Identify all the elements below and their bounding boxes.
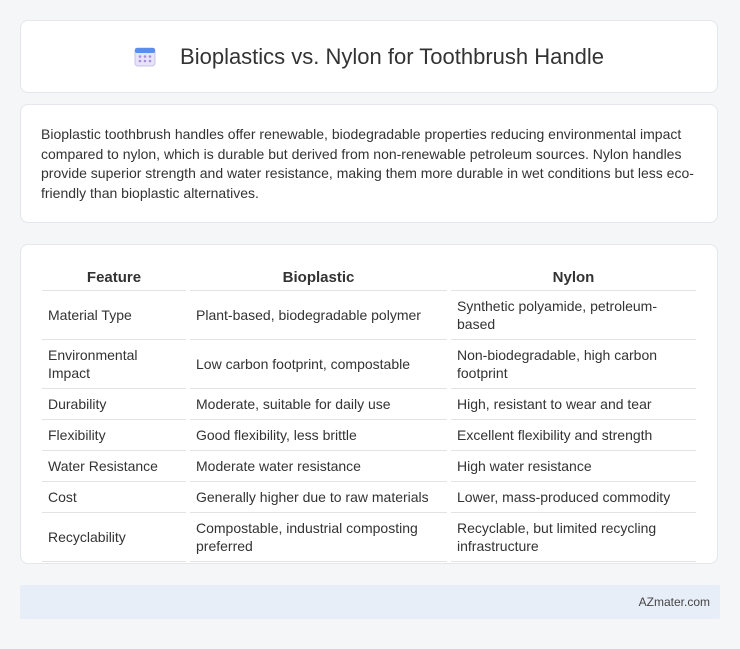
cell-nylon: Lower, mass-produced commodity <box>451 482 696 513</box>
footer-brand: AZmater.com <box>638 595 710 609</box>
table-row: Durability Moderate, suitable for daily … <box>42 389 696 420</box>
cell-feature: Recyclability <box>42 513 186 562</box>
cell-bioplastic: Moderate, suitable for daily use <box>190 389 447 420</box>
cell-bioplastic: Plant-based, biodegradable polymer <box>190 291 447 340</box>
cell-feature: Durability <box>42 389 186 420</box>
cell-nylon: High, resistant to wear and tear <box>451 389 696 420</box>
page-title: Bioplastics vs. Nylon for Toothbrush Han… <box>180 43 604 69</box>
header-nylon: Nylon <box>451 265 696 291</box>
comparison-table: Feature Bioplastic Nylon Material Type P… <box>38 265 700 562</box>
cell-feature: Material Type <box>42 291 186 340</box>
cell-nylon: Synthetic polyamide, petroleum-based <box>451 291 696 340</box>
footer-bar: AZmater.com <box>20 585 720 619</box>
cell-nylon: High water resistance <box>451 451 696 482</box>
cell-nylon: Non-biodegradable, high carbon footprint <box>451 340 696 389</box>
table-row: Material Type Plant-based, biodegradable… <box>42 291 696 340</box>
cell-bioplastic: Good flexibility, less brittle <box>190 420 447 451</box>
summary-card: Bioplastic toothbrush handles offer rene… <box>20 104 718 223</box>
comparison-table-card: Feature Bioplastic Nylon Material Type P… <box>20 244 718 564</box>
table-row: Water Resistance Moderate water resistan… <box>42 451 696 482</box>
cell-feature: Environmental Impact <box>42 340 186 389</box>
header-feature: Feature <box>42 265 186 291</box>
cell-feature: Flexibility <box>42 420 186 451</box>
cell-bioplastic: Compostable, industrial composting prefe… <box>190 513 447 562</box>
table-row: Recyclability Compostable, industrial co… <box>42 513 696 562</box>
cell-feature: Cost <box>42 482 186 513</box>
table-header-row: Feature Bioplastic Nylon <box>42 265 696 291</box>
cell-bioplastic: Low carbon footprint, compostable <box>190 340 447 389</box>
cell-nylon: Recyclable, but limited recycling infras… <box>451 513 696 562</box>
title-card: Bioplastics vs. Nylon for Toothbrush Han… <box>20 20 718 93</box>
table-row: Flexibility Good flexibility, less britt… <box>42 420 696 451</box>
calendar-icon <box>134 47 156 66</box>
cell-bioplastic: Generally higher due to raw materials <box>190 482 447 513</box>
cell-feature: Water Resistance <box>42 451 186 482</box>
cell-bioplastic: Moderate water resistance <box>190 451 447 482</box>
header-bioplastic: Bioplastic <box>190 265 447 291</box>
table-row: Cost Generally higher due to raw materia… <box>42 482 696 513</box>
table-row: Environmental Impact Low carbon footprin… <box>42 340 696 389</box>
cell-nylon: Excellent flexibility and strength <box>451 420 696 451</box>
summary-text: Bioplastic toothbrush handles offer rene… <box>41 126 694 201</box>
